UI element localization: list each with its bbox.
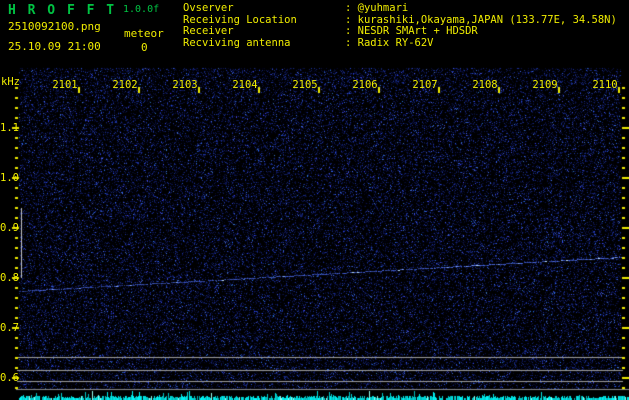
time-tick-label: 2105 [292,79,318,91]
freq-unit-label: kHz [1,76,20,88]
hrofft-window: H R O F F T 1.0.0f 2510092100.png 25.10.… [0,0,629,400]
observation-datetime: 25.10.09 21:00 [8,40,101,53]
info-value: : Radix RY-62V [345,37,434,50]
app-version: 1.0.0f [123,4,160,15]
app-title: H R O F F T [8,3,117,18]
time-tick-label: 2107 [412,79,438,91]
info-label: Ovserver [183,2,234,14]
observation-mode: meteor [124,27,164,40]
freq-tick-label: 1.1 [0,122,19,134]
freq-tick-label: 0.8 [0,272,19,284]
freq-tick-label: 1.0 [0,172,19,184]
station-info-row: Ovserver : @yuhmari [183,2,617,15]
time-tick-label: 2102 [112,79,138,91]
freq-tick-label: 0.7 [0,322,19,334]
time-tick-label: 2109 [532,79,558,91]
time-tick-label: 2103 [172,79,198,91]
time-tick-label: 2101 [52,79,78,91]
freq-tick-label: 0.6 [0,372,19,384]
time-tick-label: 2106 [352,79,378,91]
station-info-row: Recviving antenna : Radix RY-62V [183,37,617,50]
freq-tick-label: 0.9 [0,222,19,234]
time-tick-label: 2110 [592,79,618,91]
info-value: : @yuhmari [345,2,409,14]
info-label: Recviving antenna [183,37,291,50]
meteor-count: 0 [141,41,148,54]
time-tick-label: 2104 [232,79,258,91]
station-info-block: Ovserver: @yuhmari Receiving Location: ku… [183,2,617,50]
spectrogram-canvas [0,0,629,400]
time-tick-label: 2108 [472,79,498,91]
output-filename: 2510092100.png [8,20,101,33]
